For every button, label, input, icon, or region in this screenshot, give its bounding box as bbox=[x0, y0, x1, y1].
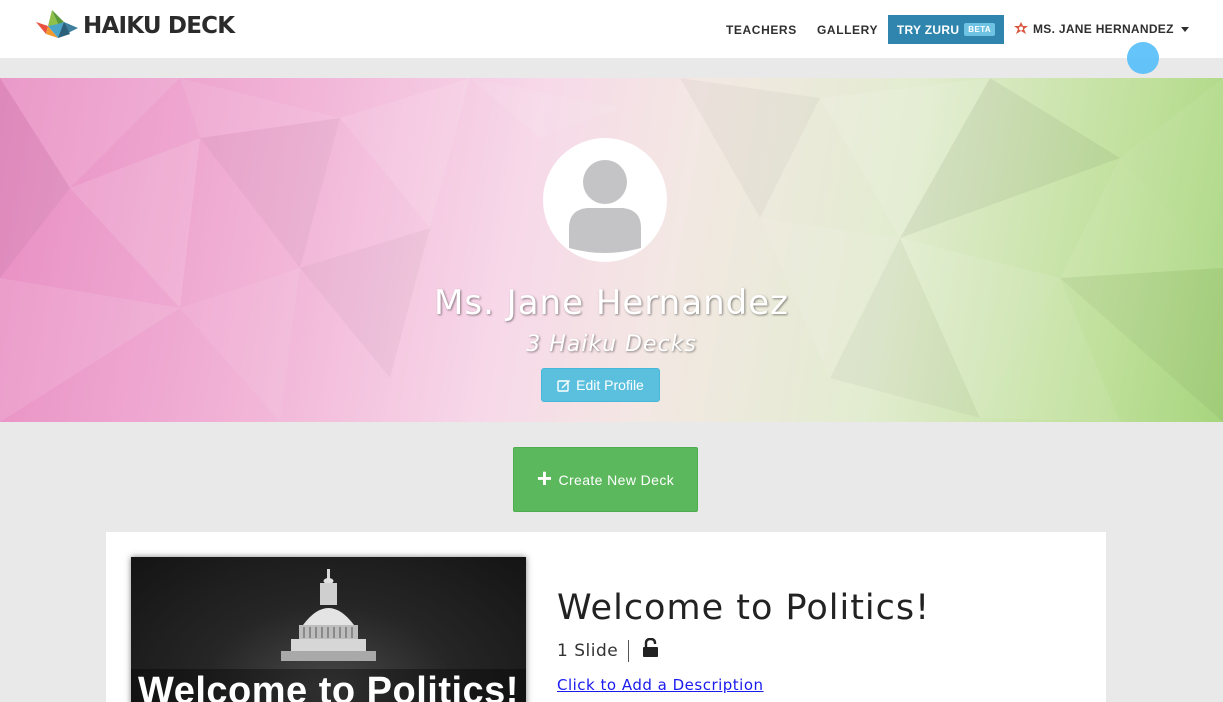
chevron-down-icon bbox=[1180, 26, 1189, 32]
deck-meta: 1 Slide bbox=[557, 638, 659, 662]
crane-logo-icon bbox=[36, 10, 78, 38]
try-zuru-button[interactable]: TRY ZURU BETA bbox=[888, 15, 1004, 44]
edit-icon bbox=[557, 380, 571, 392]
cursor-indicator bbox=[1127, 42, 1159, 74]
plus-icon: + bbox=[536, 462, 553, 493]
try-zuru-label: TRY ZURU bbox=[896, 22, 960, 37]
nav-link-gallery[interactable]: GALLERY bbox=[817, 23, 878, 37]
edit-profile-button[interactable]: Edit Profile bbox=[541, 368, 660, 402]
haiku-deck-logo[interactable]: HAIKU DECK bbox=[34, 8, 235, 44]
user-menu-dropdown[interactable]: MS. JANE HERNANDEZ bbox=[1014, 22, 1189, 36]
create-new-deck-button[interactable]: + Create New Deck bbox=[513, 447, 698, 512]
default-user-icon bbox=[569, 160, 641, 253]
top-navbar: HAIKU DECK TEACHERS GALLERY TRY ZURU BET… bbox=[0, 0, 1223, 74]
meta-divider bbox=[628, 640, 630, 662]
avatar bbox=[543, 138, 667, 262]
nav-link-teachers[interactable]: TEACHERS bbox=[726, 23, 797, 37]
unlock-icon[interactable] bbox=[641, 638, 659, 658]
deck-count: 3 Haiku Decks bbox=[526, 332, 697, 357]
deck-thumbnail[interactable]: Welcome to Politics! bbox=[131, 557, 526, 702]
profile-banner: Ms. Jane Hernandez 3 Haiku Decks Edit Pr… bbox=[0, 78, 1223, 422]
user-gear-icon bbox=[1014, 22, 1028, 34]
logo-text: HAIKU DECK bbox=[83, 13, 235, 39]
thumbnail-title: Welcome to Politics! bbox=[138, 670, 519, 702]
edit-profile-label: Edit Profile bbox=[576, 377, 644, 393]
beta-badge: BETA bbox=[964, 23, 996, 36]
profile-name: Ms. Jane Hernandez bbox=[434, 283, 789, 323]
add-description-link[interactable]: Click to Add a Description bbox=[557, 676, 764, 694]
user-menu-label: MS. JANE HERNANDEZ bbox=[1033, 22, 1174, 36]
create-new-deck-label: Create New Deck bbox=[558, 471, 675, 488]
deck-title[interactable]: Welcome to Politics! bbox=[557, 588, 930, 628]
slide-count: 1 Slide bbox=[557, 641, 619, 661]
deck-card: Welcome to Politics! Welcome to Politics… bbox=[106, 532, 1106, 702]
